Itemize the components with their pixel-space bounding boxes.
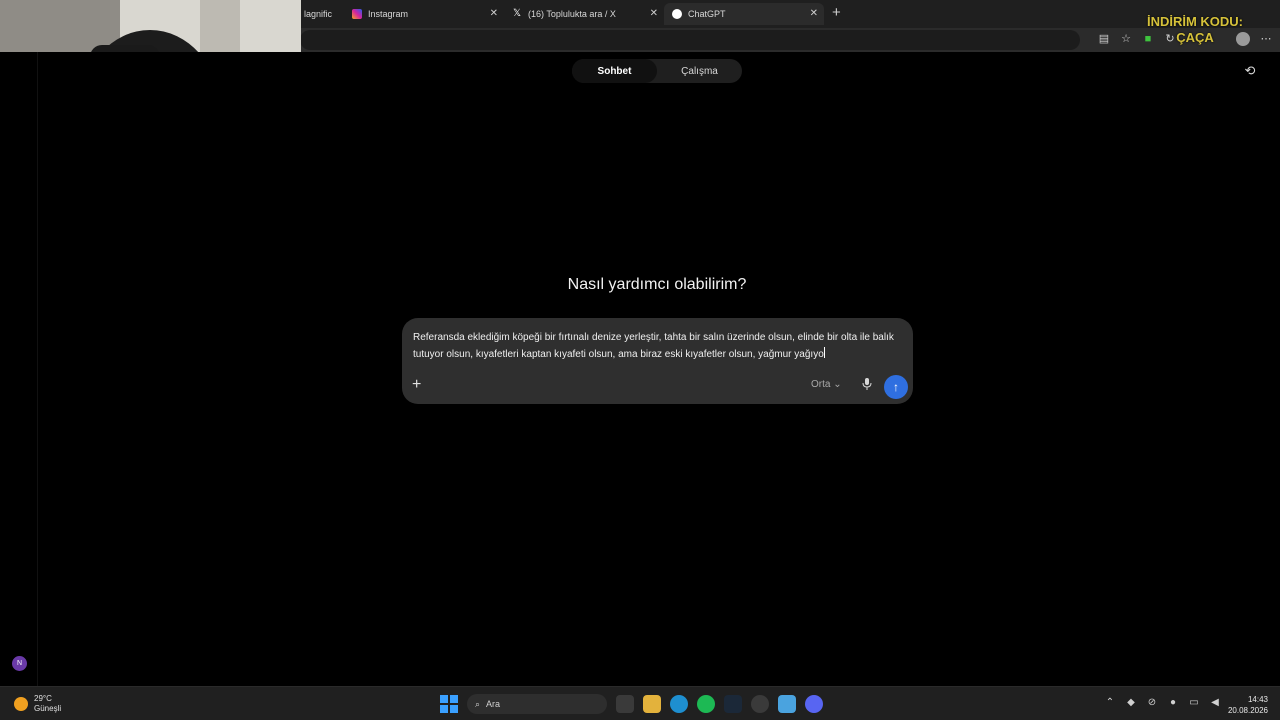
search-placeholder: Ara: [486, 699, 501, 709]
tab-label: lagnific: [304, 9, 333, 19]
search-icon: ⌕: [475, 698, 481, 709]
spotify-icon[interactable]: [697, 695, 715, 713]
chevron-up-icon[interactable]: ⌃: [1104, 697, 1116, 709]
weather-temp: 29°C: [34, 694, 52, 703]
taskbar-apps: ⌕ Ara: [440, 694, 823, 714]
chatgpt-app-icon[interactable]: [751, 695, 769, 713]
prompt-input[interactable]: Referansda eklediğim köpeği bir fırtınal…: [413, 329, 903, 363]
volume-icon[interactable]: ◀: [1209, 697, 1221, 709]
microphone-tray-icon[interactable]: ●: [1167, 697, 1179, 709]
display-icon[interactable]: ▭: [1188, 697, 1200, 709]
user-avatar[interactable]: N: [12, 656, 27, 671]
file-explorer-icon[interactable]: [643, 695, 661, 713]
tab-x[interactable]: 𝕏 (16) Toplulukta ara / X ✕: [504, 3, 664, 25]
reasoning-level-select[interactable]: Orta ⌄: [811, 379, 842, 390]
network-off-icon[interactable]: ⊘: [1146, 697, 1158, 709]
new-chat-icon[interactable]: ⟲: [1243, 64, 1257, 78]
tab-label: (16) Toplulukta ara / X: [528, 9, 616, 19]
send-button[interactable]: ↑: [884, 375, 908, 399]
chat-app: Sohbet Çalışma ⟲ Nasıl yardımcı olabilir…: [0, 52, 1280, 686]
windows-start-icon[interactable]: [440, 695, 458, 713]
tab-lagnific[interactable]: lagnific: [296, 3, 344, 25]
sun-icon: [14, 697, 28, 711]
page-title: Nasıl yardımcı olabilirim?: [567, 276, 747, 293]
close-icon[interactable]: ✕: [650, 8, 658, 19]
promo-overlay-text: İNDİRİM KODU: ÇAÇA: [1146, 14, 1244, 45]
chatgpt-icon: [672, 9, 682, 19]
windows-taskbar: 29°C Güneşli ⌕ Ara ⌃ ◆ ⊘ ● ▭ ◀ 14:43 20.…: [0, 686, 1280, 720]
x-logo-icon: 𝕏: [512, 8, 522, 19]
mode-switch: Sohbet Çalışma: [572, 59, 742, 83]
microphone-icon[interactable]: [862, 378, 872, 390]
new-tab-button[interactable]: +: [832, 4, 841, 21]
clock-time: 14:43: [1247, 695, 1268, 704]
arrow-up-icon: ↑: [893, 380, 899, 394]
tab-chatgpt[interactable]: ChatGPT ✕: [664, 3, 824, 25]
mode-work-button[interactable]: Çalışma: [657, 59, 742, 83]
clock-date: 20.08.2026: [1227, 706, 1268, 715]
address-bar[interactable]: [300, 30, 1080, 50]
system-tray: ⌃ ◆ ⊘ ● ▭ ◀: [1104, 697, 1221, 709]
close-icon[interactable]: ✕: [490, 8, 498, 19]
close-icon[interactable]: ✕: [810, 8, 818, 19]
instagram-icon: [352, 9, 362, 19]
task-view-icon[interactable]: [616, 695, 634, 713]
chevron-down-icon: ⌄: [833, 379, 842, 390]
tab-label: ChatGPT: [688, 9, 726, 19]
system-clock[interactable]: 14:43 20.08.2026: [1224, 694, 1268, 716]
prompt-text: Referansda eklediğim köpeği bir fırtınal…: [413, 332, 894, 360]
text-caret: [823, 347, 825, 358]
more-options-icon[interactable]: ⋯: [1260, 33, 1272, 45]
favorite-star-icon[interactable]: ☆: [1120, 33, 1132, 45]
weather-widget[interactable]: 29°C Güneşli: [14, 694, 61, 714]
reasoning-level-label: Orta: [811, 379, 831, 390]
tab-instagram[interactable]: Instagram ✕: [344, 3, 504, 25]
discord-icon[interactable]: [805, 695, 823, 713]
sidebar-divider: [37, 52, 38, 686]
reader-icon[interactable]: ▤: [1098, 33, 1110, 45]
steam-tray-icon[interactable]: ◆: [1125, 697, 1137, 709]
weather-condition: Güneşli: [34, 704, 62, 713]
steam-icon[interactable]: [724, 695, 742, 713]
tab-label: Instagram: [368, 9, 409, 19]
mode-chat-button[interactable]: Sohbet: [572, 59, 657, 83]
weather-text: 29°C Güneşli: [34, 694, 61, 714]
add-attachment-button[interactable]: +: [412, 376, 421, 394]
notepad-icon[interactable]: [778, 695, 796, 713]
edge-browser-icon[interactable]: [670, 695, 688, 713]
prompt-composer: Referansda eklediğim köpeği bir fırtınal…: [402, 318, 913, 404]
screen: lagnific Instagram ✕ 𝕏 (16) Toplulukta a…: [0, 0, 1280, 720]
taskbar-search[interactable]: ⌕ Ara: [467, 694, 607, 714]
